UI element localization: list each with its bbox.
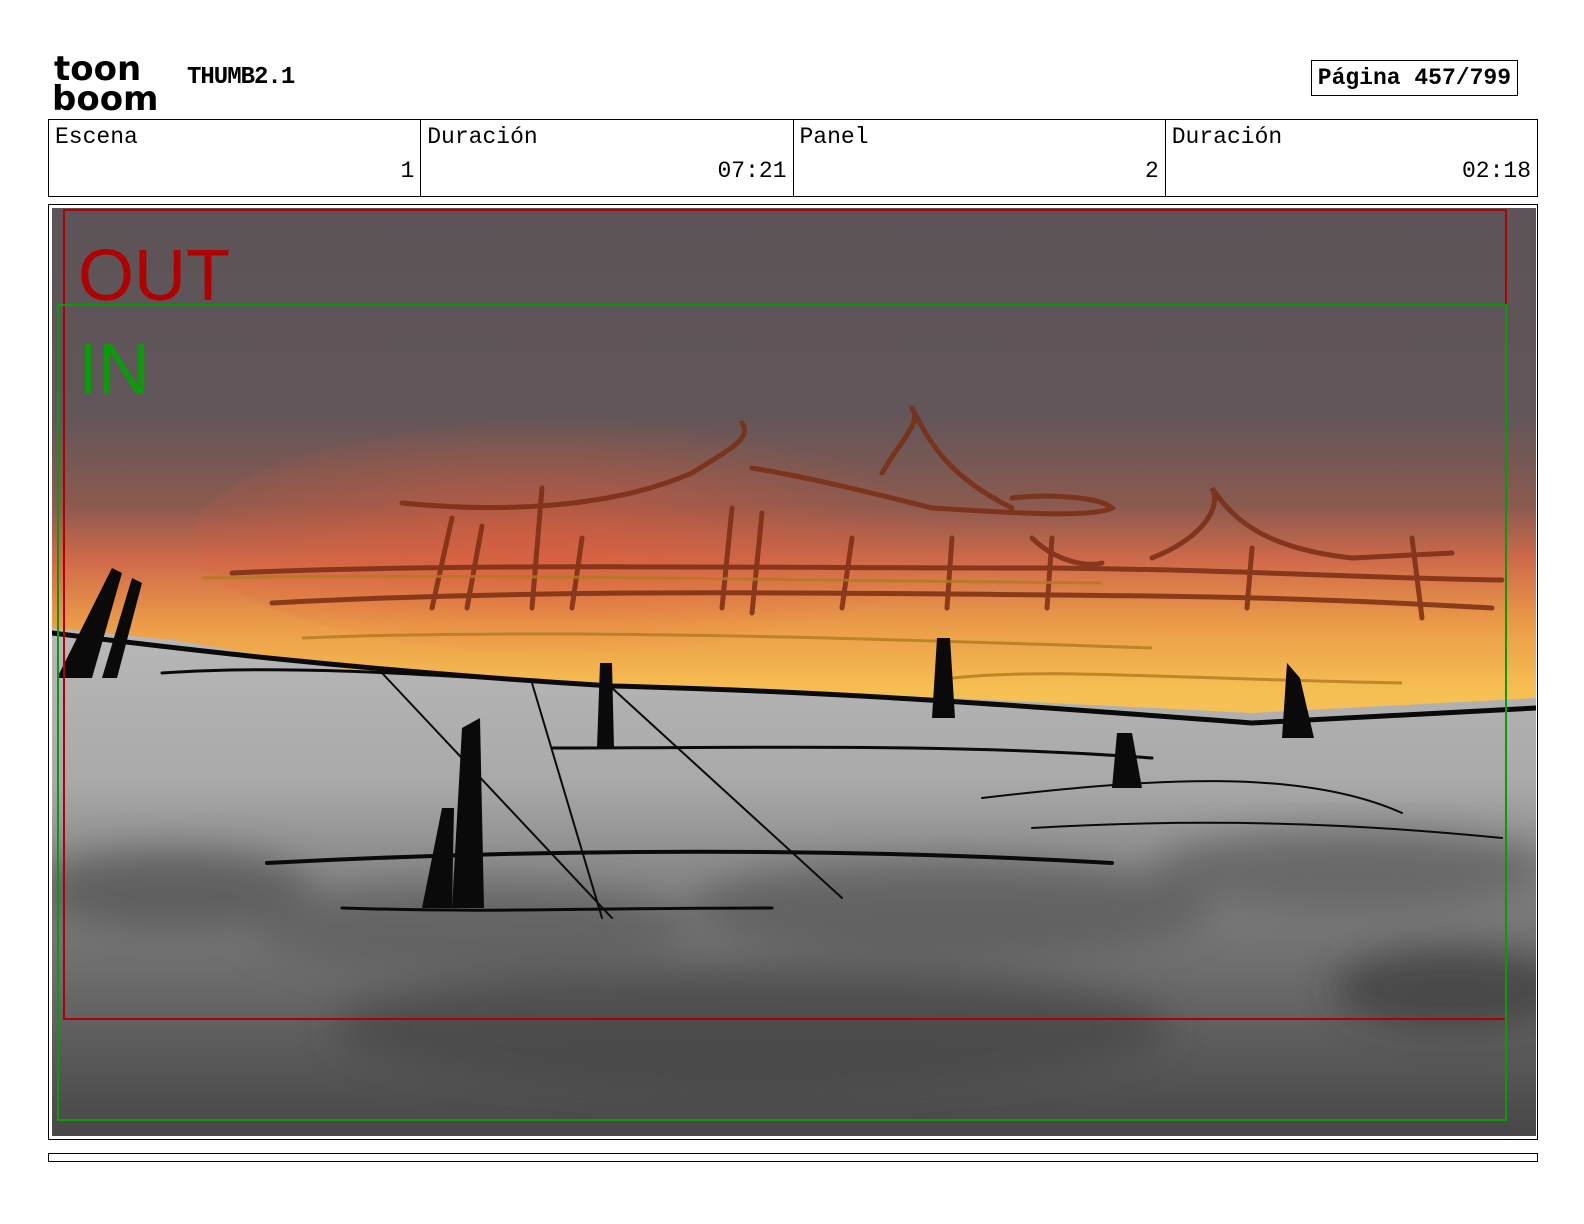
- scene-duration-cell: Duración 07:21: [421, 120, 794, 196]
- panel-duration-label: Duración: [1171, 124, 1283, 150]
- scene-duration-value: 07:21: [717, 158, 787, 184]
- out-frame-label: OUT: [78, 236, 230, 316]
- panel-value: 2: [1144, 158, 1159, 184]
- panel-sketch: [52, 208, 1536, 1136]
- bottom-rule: [48, 1153, 1538, 1162]
- panel-cell: Panel 2: [794, 120, 1166, 196]
- panel-duration-cell: Duración 02:18: [1166, 120, 1537, 196]
- info-table: Escena 1 Duración 07:21 Panel 2 Duración…: [48, 119, 1538, 197]
- scene-cell: Escena 1: [49, 120, 422, 196]
- toonboom-logo: toon boom: [52, 52, 164, 112]
- panel-duration-value: 02:18: [1461, 158, 1531, 184]
- logo-text-bottom: boom: [52, 79, 158, 112]
- in-frame-label: IN: [78, 330, 150, 410]
- storyboard-panel-image: [52, 208, 1536, 1136]
- scene-duration-label: Duración: [427, 124, 538, 150]
- scene-value: 1: [400, 158, 415, 184]
- logo-mark: toon boom: [52, 52, 158, 112]
- document-title: THUMB2.1: [187, 64, 295, 91]
- scene-label: Escena: [55, 124, 138, 150]
- panel-label: Panel: [799, 124, 869, 150]
- page-number: Página 457/799: [1310, 60, 1518, 96]
